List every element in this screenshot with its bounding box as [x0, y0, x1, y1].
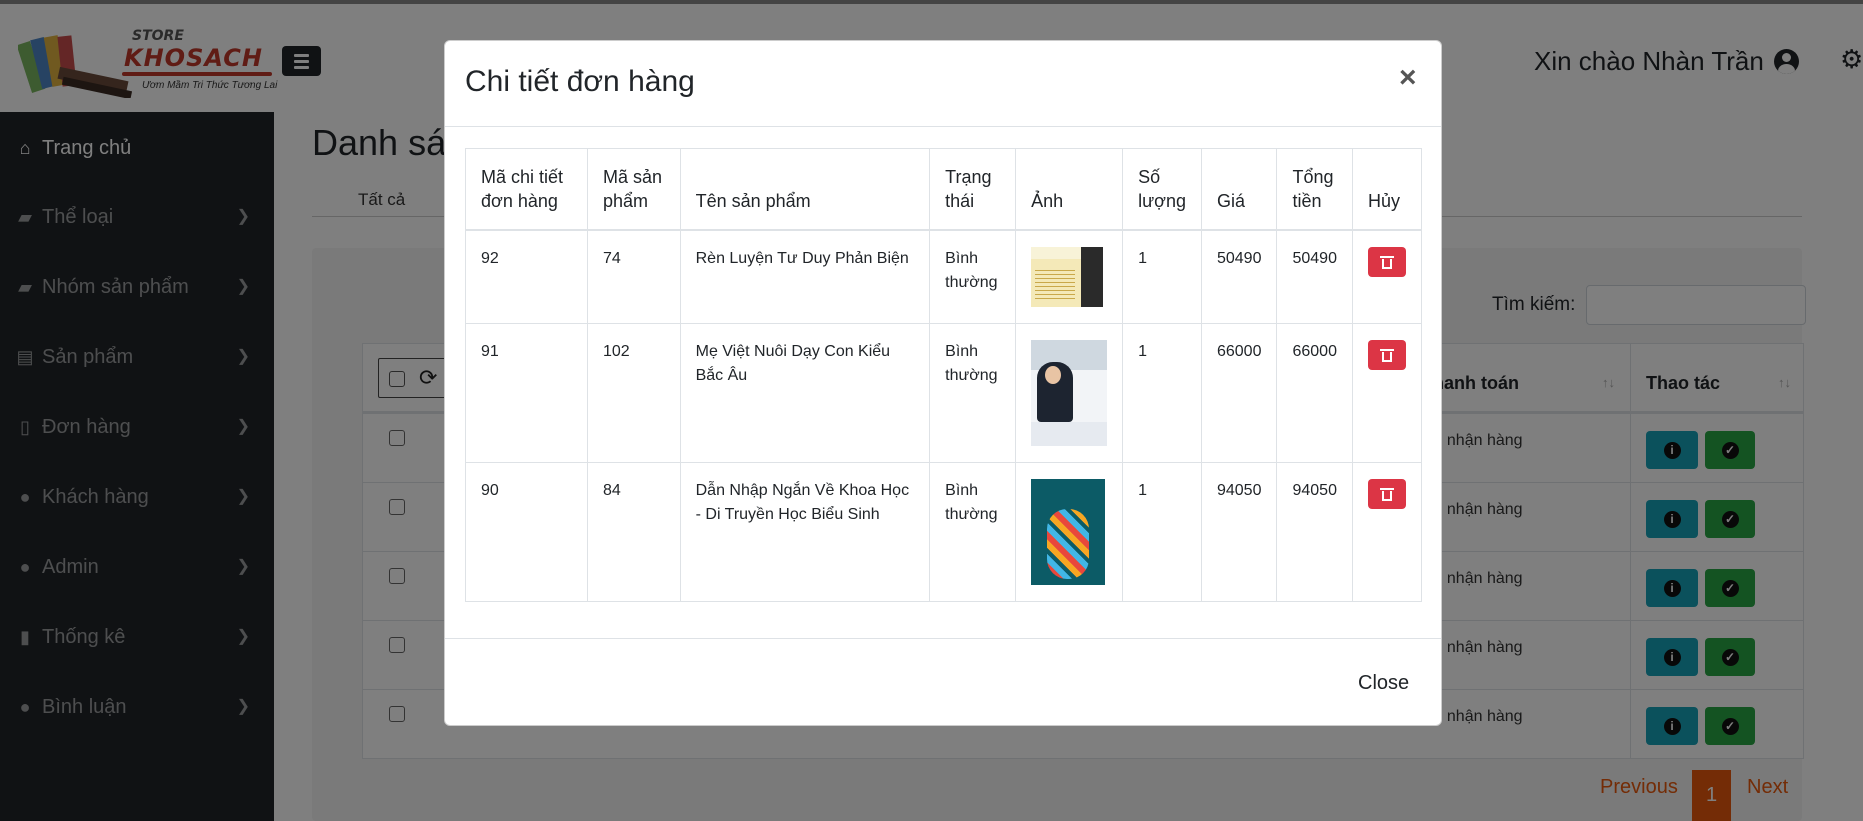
image-cell — [1015, 323, 1124, 463]
column-header-total: Tổng tiền — [1276, 148, 1353, 231]
column-header-price: Giá — [1200, 148, 1278, 231]
cancel-cell — [1351, 323, 1423, 463]
quantity-cell: 1 — [1122, 229, 1202, 324]
product-id-cell: 74 — [586, 229, 681, 324]
delete-button[interactable] — [1367, 247, 1406, 277]
delete-button[interactable] — [1367, 340, 1406, 370]
delete-button[interactable] — [1367, 479, 1406, 509]
table-row: 92 74 Rèn Luyện Tư Duy Phản Biện Bình th… — [465, 229, 1423, 324]
detail-id-cell: 90 — [465, 462, 588, 602]
quantity-cell: 1 — [1122, 462, 1202, 602]
product-name-cell: Dẫn Nhập Ngắn Về Khoa Học - Di Truyền Họ… — [679, 462, 931, 602]
status-cell: Bình thường — [929, 323, 1017, 463]
column-header-product-name: Tên sản phẩm — [679, 148, 931, 231]
close-button[interactable]: Close — [1358, 672, 1409, 695]
total-cell: 66000 — [1276, 323, 1353, 463]
modal-footer: Close — [445, 638, 1441, 726]
table-header-row: Mã chi tiết đơn hàng Mã sản phẩm Tên sản… — [465, 148, 1423, 231]
product-id-cell: 84 — [586, 462, 681, 602]
table-row: 90 84 Dẫn Nhập Ngắn Về Khoa Học - Di Tru… — [465, 462, 1423, 602]
detail-id-cell: 91 — [465, 323, 588, 463]
column-header-detail-id: Mã chi tiết đơn hàng — [465, 148, 588, 231]
column-header-image: Ảnh — [1015, 148, 1124, 231]
price-cell: 50490 — [1200, 229, 1278, 324]
cancel-cell — [1351, 229, 1423, 324]
column-header-cancel: Hủy — [1351, 148, 1423, 231]
table-row: 91 102 Mẹ Việt Nuôi Dạy Con Kiểu Bắc Âu … — [465, 323, 1423, 463]
trash-icon — [1379, 487, 1394, 501]
column-header-quantity: Số lượng — [1122, 148, 1202, 231]
image-cell — [1015, 462, 1124, 602]
product-name-cell: Mẹ Việt Nuôi Dạy Con Kiểu Bắc Âu — [679, 323, 931, 463]
book-cover-image — [1031, 340, 1108, 446]
product-id-cell: 102 — [586, 323, 681, 463]
book-cover-image — [1031, 479, 1106, 585]
trash-icon — [1379, 255, 1394, 269]
trash-icon — [1379, 348, 1394, 362]
status-cell: Bình thường — [929, 229, 1017, 324]
cancel-cell — [1351, 462, 1423, 602]
detail-id-cell: 92 — [465, 229, 588, 324]
order-detail-table: Mã chi tiết đơn hàng Mã sản phẩm Tên sản… — [465, 148, 1423, 602]
modal-title: Chi tiết đơn hàng — [465, 65, 695, 98]
book-cover-image — [1031, 247, 1104, 307]
close-icon[interactable]: × — [1399, 63, 1417, 93]
price-cell: 94050 — [1200, 462, 1278, 602]
image-cell — [1015, 229, 1124, 324]
status-cell: Bình thường — [929, 462, 1017, 602]
price-cell: 66000 — [1200, 323, 1278, 463]
product-name-cell: Rèn Luyện Tư Duy Phản Biện — [679, 229, 931, 324]
total-cell: 50490 — [1276, 229, 1353, 324]
modal-header: Chi tiết đơn hàng × — [445, 41, 1441, 127]
quantity-cell: 1 — [1122, 323, 1202, 463]
column-header-product-id: Mã sản phẩm — [586, 148, 681, 231]
column-header-status: Trạng thái — [929, 148, 1017, 231]
total-cell: 94050 — [1276, 462, 1353, 602]
order-detail-modal: Chi tiết đơn hàng × Mã chi tiết đơn hàng… — [444, 40, 1442, 726]
